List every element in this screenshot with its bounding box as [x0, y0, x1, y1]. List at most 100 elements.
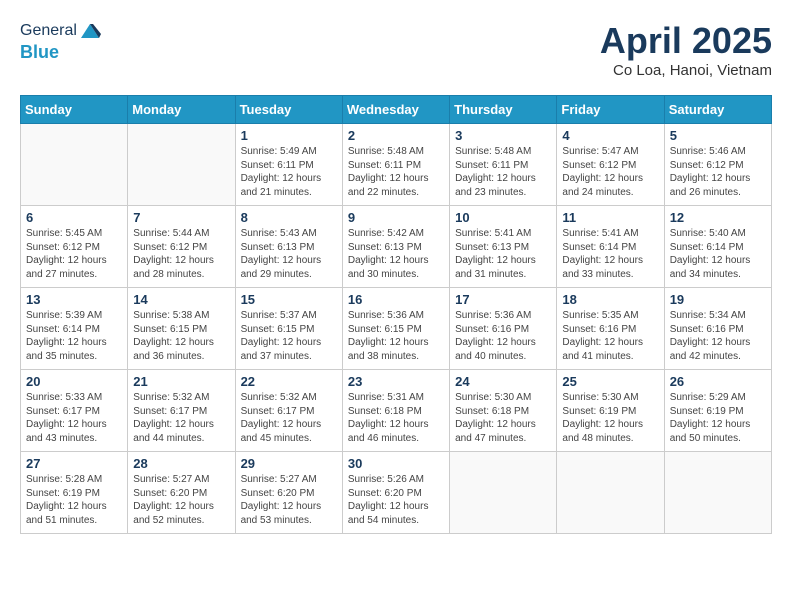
calendar-day-cell: 4 Sunrise: 5:47 AM Sunset: 6:12 PM Daylig…: [557, 124, 664, 206]
day-number: 5: [670, 128, 766, 143]
day-number: 30: [348, 456, 444, 471]
day-info: Sunrise: 5:47 AM Sunset: 6:12 PM Dayligh…: [562, 145, 658, 199]
logo-icon: [79, 20, 101, 42]
calendar-table: SundayMondayTuesdayWednesdayThursdayFrid…: [20, 95, 772, 534]
day-number: 26: [670, 374, 766, 389]
calendar-day-cell: 2 Sunrise: 5:48 AM Sunset: 6:11 PM Daylig…: [342, 124, 449, 206]
calendar-day-cell: 25 Sunrise: 5:30 AM Sunset: 6:19 PM Dayli…: [557, 370, 664, 452]
day-number: 25: [562, 374, 658, 389]
day-info: Sunrise: 5:44 AM Sunset: 6:12 PM Dayligh…: [133, 227, 229, 281]
day-of-week-header: Monday: [128, 96, 235, 124]
calendar-day-cell: 30 Sunrise: 5:26 AM Sunset: 6:20 PM Dayli…: [342, 452, 449, 534]
day-info: Sunrise: 5:41 AM Sunset: 6:13 PM Dayligh…: [455, 227, 551, 281]
calendar-day-cell: 22 Sunrise: 5:32 AM Sunset: 6:17 PM Dayli…: [235, 370, 342, 452]
calendar-header-row: SundayMondayTuesdayWednesdayThursdayFrid…: [21, 96, 772, 124]
day-info: Sunrise: 5:43 AM Sunset: 6:13 PM Dayligh…: [241, 227, 337, 281]
day-info: Sunrise: 5:48 AM Sunset: 6:11 PM Dayligh…: [348, 145, 444, 199]
day-info: Sunrise: 5:33 AM Sunset: 6:17 PM Dayligh…: [26, 391, 122, 445]
day-info: Sunrise: 5:34 AM Sunset: 6:16 PM Dayligh…: [670, 309, 766, 363]
day-number: 12: [670, 210, 766, 225]
calendar-day-cell: 3 Sunrise: 5:48 AM Sunset: 6:11 PM Daylig…: [450, 124, 557, 206]
calendar-day-cell: 5Sunrise: 5:46 AM Sunset: 6:12 PM Daylig…: [664, 124, 771, 206]
calendar-day-cell: 13Sunrise: 5:39 AM Sunset: 6:14 PM Dayli…: [21, 288, 128, 370]
calendar-day-cell: 17 Sunrise: 5:36 AM Sunset: 6:16 PM Dayli…: [450, 288, 557, 370]
calendar-week-row: 13Sunrise: 5:39 AM Sunset: 6:14 PM Dayli…: [21, 288, 772, 370]
day-number: 7: [133, 210, 229, 225]
calendar-day-cell: 28 Sunrise: 5:27 AM Sunset: 6:20 PM Dayli…: [128, 452, 235, 534]
day-info: Sunrise: 5:37 AM Sunset: 6:15 PM Dayligh…: [241, 309, 337, 363]
day-number: 8: [241, 210, 337, 225]
day-info: Sunrise: 5:36 AM Sunset: 6:15 PM Dayligh…: [348, 309, 444, 363]
day-number: 28: [133, 456, 229, 471]
calendar-day-cell: 20 Sunrise: 5:33 AM Sunset: 6:17 PM Dayli…: [21, 370, 128, 452]
day-number: 2: [348, 128, 444, 143]
day-info: Sunrise: 5:48 AM Sunset: 6:11 PM Dayligh…: [455, 145, 551, 199]
logo: General Blue: [20, 20, 101, 63]
location: Co Loa, Hanoi, Vietnam: [600, 62, 772, 79]
day-number: 1: [241, 128, 337, 143]
calendar-day-cell: 12 Sunrise: 5:40 AM Sunset: 6:14 PM Dayli…: [664, 206, 771, 288]
calendar-day-cell: 27Sunrise: 5:28 AM Sunset: 6:19 PM Dayli…: [21, 452, 128, 534]
day-number: 29: [241, 456, 337, 471]
calendar-day-cell: [450, 452, 557, 534]
day-number: 15: [241, 292, 337, 307]
calendar-day-cell: 23 Sunrise: 5:31 AM Sunset: 6:18 PM Dayli…: [342, 370, 449, 452]
day-number: 10: [455, 210, 551, 225]
calendar-day-cell: 11 Sunrise: 5:41 AM Sunset: 6:14 PM Dayli…: [557, 206, 664, 288]
calendar-day-cell: 29 Sunrise: 5:27 AM Sunset: 6:20 PM Dayli…: [235, 452, 342, 534]
calendar-week-row: 1 Sunrise: 5:49 AM Sunset: 6:11 PM Daylig…: [21, 124, 772, 206]
day-info: Sunrise: 5:30 AM Sunset: 6:18 PM Dayligh…: [455, 391, 551, 445]
calendar-day-cell: 16Sunrise: 5:36 AM Sunset: 6:15 PM Dayli…: [342, 288, 449, 370]
day-number: 4: [562, 128, 658, 143]
day-info: Sunrise: 5:39 AM Sunset: 6:14 PM Dayligh…: [26, 309, 122, 363]
calendar-day-cell: 19 Sunrise: 5:34 AM Sunset: 6:16 PM Dayli…: [664, 288, 771, 370]
day-number: 20: [26, 374, 122, 389]
day-info: Sunrise: 5:40 AM Sunset: 6:14 PM Dayligh…: [670, 227, 766, 281]
calendar-day-cell: 7 Sunrise: 5:44 AM Sunset: 6:12 PM Daylig…: [128, 206, 235, 288]
calendar-day-cell: 24Sunrise: 5:30 AM Sunset: 6:18 PM Dayli…: [450, 370, 557, 452]
calendar-day-cell: 10 Sunrise: 5:41 AM Sunset: 6:13 PM Dayli…: [450, 206, 557, 288]
logo-general-text: General: [20, 22, 77, 40]
calendar-day-cell: 1 Sunrise: 5:49 AM Sunset: 6:11 PM Daylig…: [235, 124, 342, 206]
day-info: Sunrise: 5:36 AM Sunset: 6:16 PM Dayligh…: [455, 309, 551, 363]
day-number: 18: [562, 292, 658, 307]
day-info: Sunrise: 5:27 AM Sunset: 6:20 PM Dayligh…: [241, 473, 337, 527]
calendar-week-row: 20 Sunrise: 5:33 AM Sunset: 6:17 PM Dayli…: [21, 370, 772, 452]
day-info: Sunrise: 5:32 AM Sunset: 6:17 PM Dayligh…: [133, 391, 229, 445]
calendar-week-row: 6Sunrise: 5:45 AM Sunset: 6:12 PM Daylig…: [21, 206, 772, 288]
title-block: April 2025 Co Loa, Hanoi, Vietnam: [600, 20, 772, 79]
day-info: Sunrise: 5:31 AM Sunset: 6:18 PM Dayligh…: [348, 391, 444, 445]
day-info: Sunrise: 5:32 AM Sunset: 6:17 PM Dayligh…: [241, 391, 337, 445]
day-info: Sunrise: 5:42 AM Sunset: 6:13 PM Dayligh…: [348, 227, 444, 281]
day-info: Sunrise: 5:41 AM Sunset: 6:14 PM Dayligh…: [562, 227, 658, 281]
day-of-week-header: Friday: [557, 96, 664, 124]
day-info: Sunrise: 5:26 AM Sunset: 6:20 PM Dayligh…: [348, 473, 444, 527]
day-info: Sunrise: 5:27 AM Sunset: 6:20 PM Dayligh…: [133, 473, 229, 527]
calendar-day-cell: [664, 452, 771, 534]
day-of-week-header: Wednesday: [342, 96, 449, 124]
day-info: Sunrise: 5:49 AM Sunset: 6:11 PM Dayligh…: [241, 145, 337, 199]
calendar-day-cell: 15 Sunrise: 5:37 AM Sunset: 6:15 PM Dayli…: [235, 288, 342, 370]
day-info: Sunrise: 5:29 AM Sunset: 6:19 PM Dayligh…: [670, 391, 766, 445]
calendar-day-cell: 6Sunrise: 5:45 AM Sunset: 6:12 PM Daylig…: [21, 206, 128, 288]
day-of-week-header: Thursday: [450, 96, 557, 124]
day-number: 6: [26, 210, 122, 225]
day-number: 27: [26, 456, 122, 471]
day-of-week-header: Tuesday: [235, 96, 342, 124]
day-number: 3: [455, 128, 551, 143]
calendar-day-cell: 9Sunrise: 5:42 AM Sunset: 6:13 PM Daylig…: [342, 206, 449, 288]
page-header: General Blue April 2025 Co Loa, Hanoi, V…: [20, 20, 772, 79]
day-of-week-header: Sunday: [21, 96, 128, 124]
day-info: Sunrise: 5:30 AM Sunset: 6:19 PM Dayligh…: [562, 391, 658, 445]
calendar-day-cell: [128, 124, 235, 206]
day-number: 11: [562, 210, 658, 225]
day-number: 22: [241, 374, 337, 389]
day-number: 17: [455, 292, 551, 307]
calendar-day-cell: 14Sunrise: 5:38 AM Sunset: 6:15 PM Dayli…: [128, 288, 235, 370]
day-number: 21: [133, 374, 229, 389]
calendar-day-cell: [557, 452, 664, 534]
calendar-day-cell: 21 Sunrise: 5:32 AM Sunset: 6:17 PM Dayli…: [128, 370, 235, 452]
day-number: 23: [348, 374, 444, 389]
day-number: 19: [670, 292, 766, 307]
calendar-day-cell: 26 Sunrise: 5:29 AM Sunset: 6:19 PM Dayli…: [664, 370, 771, 452]
